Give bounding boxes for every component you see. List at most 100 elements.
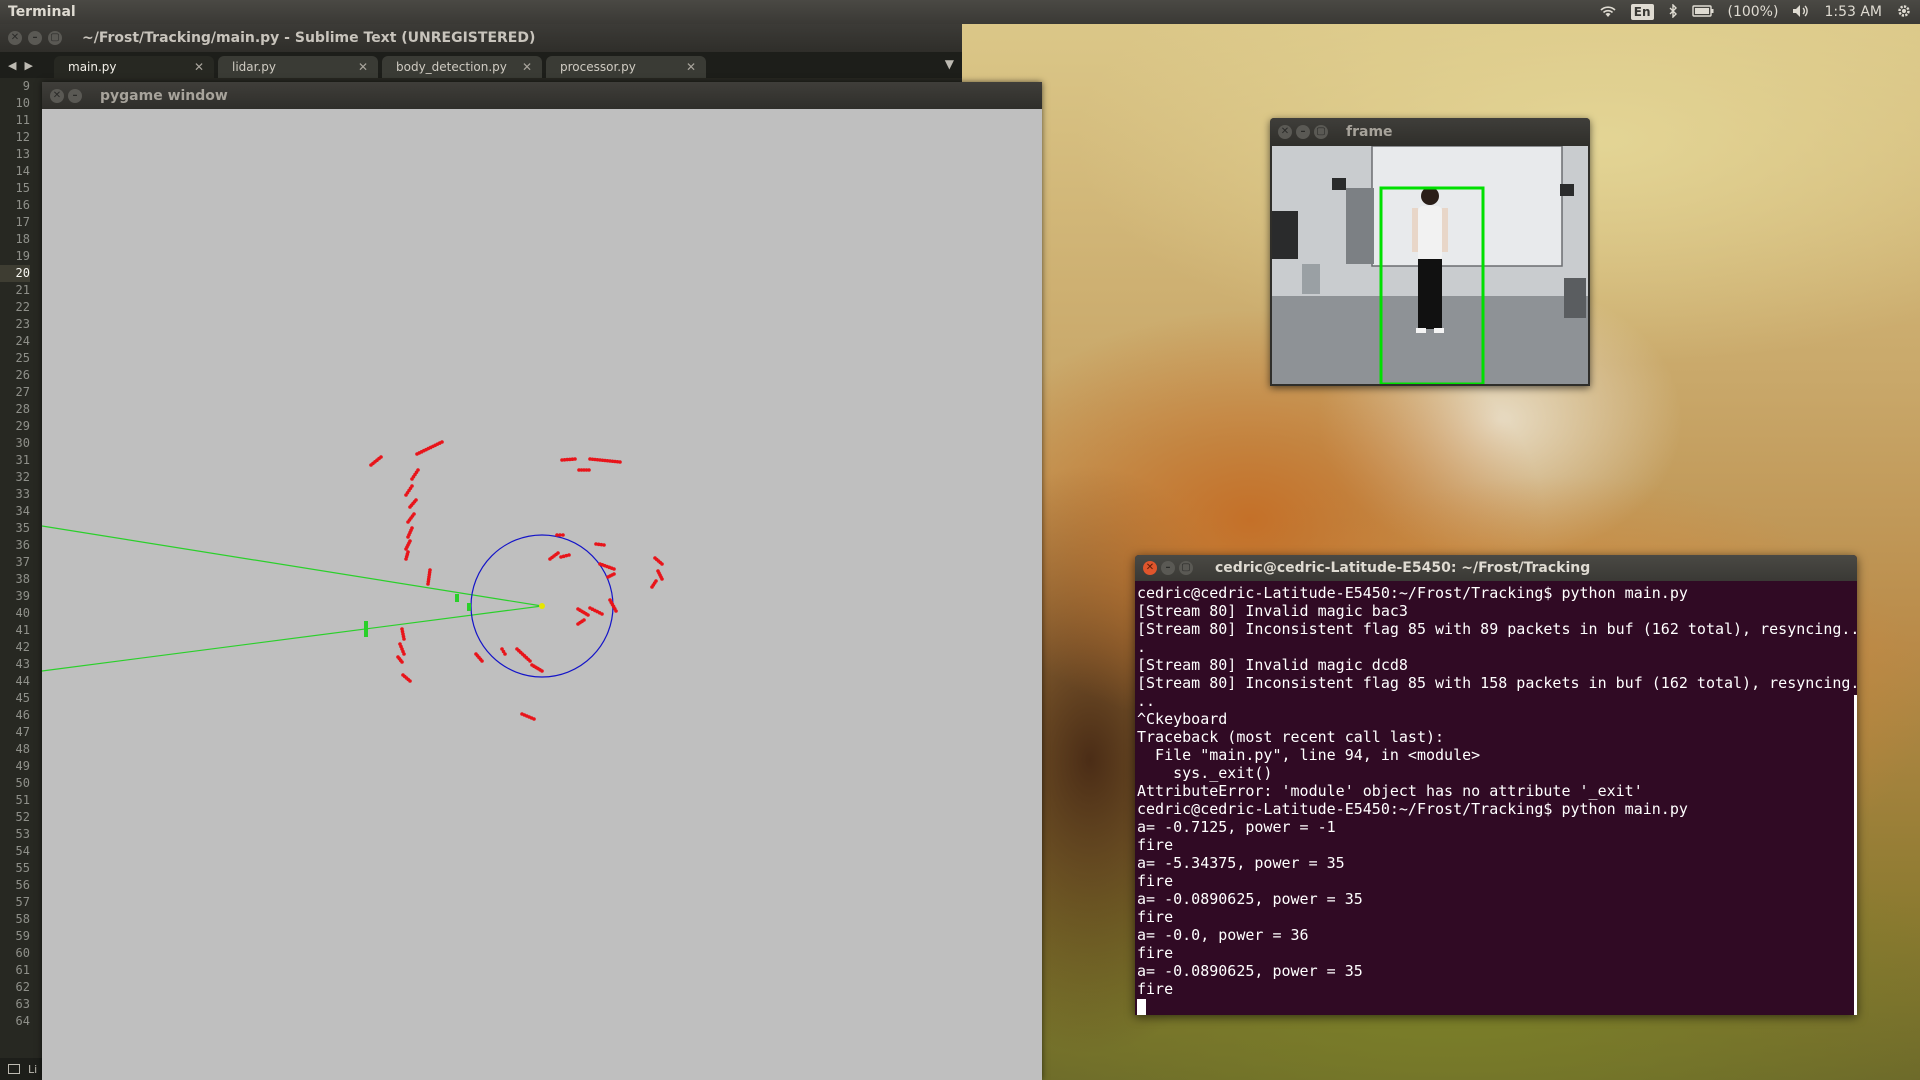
window-title: frame [1346,124,1393,140]
line-number: 58 [15,912,30,926]
terminal-line: .. [1137,692,1156,710]
maximize-button[interactable]: ▢ [1179,561,1193,575]
lidar-point [573,457,577,461]
lidar-point [612,572,616,576]
pygame-titlebar[interactable]: ✕ – pygame window [42,82,1042,109]
lidar-point [582,618,586,622]
terminal-line: sys._exit() [1137,764,1273,782]
minimize-button[interactable]: – [28,31,42,45]
keyboard-layout-indicator[interactable]: En [1630,4,1654,20]
lidar-point [412,512,416,516]
tab-processor-py[interactable]: processor.py ✕ [546,56,706,78]
lidar-point [600,612,604,616]
volume-icon[interactable] [1792,4,1810,21]
close-button[interactable]: ✕ [1278,125,1292,139]
close-button[interactable]: ✕ [50,88,64,103]
minimize-button[interactable]: – [1296,125,1310,139]
line-number: 29 [15,419,30,433]
line-number: 21 [15,283,30,297]
terminal-titlebar[interactable]: ✕ – ▢ cedric@cedric-Latitude-E5450: ~/Fr… [1135,555,1857,581]
terminal-line: AttributeError: 'module' object has no a… [1137,782,1643,800]
line-number: 64 [15,1014,30,1028]
terminal-scrollbar[interactable] [1854,695,1857,1015]
terminal-line: File "main.py", line 94, in <module> [1137,746,1481,764]
terminal-line: cedric@cedric-Latitude-E5450:~/Frost/Tra… [1137,800,1688,818]
terminal-output[interactable]: cedric@cedric-Latitude-E5450:~/Frost/Tra… [1135,581,1857,1015]
close-button[interactable]: ✕ [8,31,22,45]
terminal-cursor [1137,999,1146,1015]
tab-close-icon[interactable]: ✕ [358,60,368,74]
terminal-line: [Stream 80] Inconsistent flag 85 with 15… [1137,674,1857,692]
wifi-icon[interactable] [1599,4,1617,21]
line-number: 55 [15,861,30,875]
lidar-point [612,567,616,571]
lidar-point [480,659,484,663]
line-number: 61 [15,963,30,977]
line-number: 43 [15,657,30,671]
frame-titlebar[interactable]: ✕ – ▢ frame [1270,118,1590,146]
bluetooth-icon[interactable] [1668,2,1678,21]
line-number: 62 [15,980,30,994]
line-number: 50 [15,776,30,790]
lidar-point [532,717,536,721]
lidar-canvas[interactable] [42,109,1042,1080]
tab-close-icon[interactable]: ✕ [522,60,532,74]
maximize-button[interactable]: ▢ [1314,125,1328,139]
lidar-point [406,550,410,554]
line-number-gutter: 9 10 11 12 13 14 15 16 17 18 19 20 21 22 23 24 25 26 27 28 2… [0,78,42,1058]
lidar-point [618,460,622,464]
lidar-point [602,543,606,547]
lidar-point [400,660,404,664]
terminal-line: Traceback (most recent call last): [1137,728,1445,746]
battery-percent[interactable]: (100%) [1728,4,1779,20]
minimize-button[interactable]: – [68,88,82,103]
line-number: 60 [15,946,30,960]
line-number: 39 [15,589,30,603]
terminal-line: . [1137,638,1147,656]
gear-icon[interactable] [1896,3,1912,22]
tab-dropdown-icon[interactable]: ▼ [945,57,954,71]
terminal-line: fire [1137,836,1174,854]
sublime-titlebar[interactable]: ✕ – ▢ ~/Frost/Tracking/main.py - Sublime… [0,24,962,52]
panel-toggle-icon[interactable] [8,1064,20,1074]
line-number: 37 [15,555,30,569]
window-title: ~/Frost/Tracking/main.py - Sublime Text … [82,30,536,46]
line-number: 15 [15,181,30,195]
tab-lidar-py[interactable]: lidar.py ✕ [218,56,378,78]
tab-prev-arrow-icon[interactable]: ◀ [8,59,16,72]
lidar-point [660,562,664,566]
lidar-point [408,539,412,543]
line-number: 35 [15,521,30,535]
active-app-name: Terminal [8,4,76,20]
line-number: 31 [15,453,30,467]
lidar-point [416,468,420,472]
window-title: pygame window [100,87,228,104]
terminal-line: fire [1137,944,1174,962]
minimize-button[interactable]: – [1161,561,1175,575]
close-button[interactable]: ✕ [1143,561,1157,575]
line-number: 13 [15,147,30,161]
line-number: 24 [15,334,30,348]
line-number: 20 [0,265,30,282]
lidar-point [614,609,618,613]
maximize-button[interactable]: ▢ [48,31,62,45]
line-number: 19 [15,249,30,263]
status-text: Li [28,1062,38,1076]
terminal-line: a= -5.34375, power = 35 [1137,854,1345,872]
line-number: 51 [15,793,30,807]
lidar-point [414,498,418,502]
line-number: 11 [15,113,30,127]
tab-close-icon[interactable]: ✕ [686,60,696,74]
top-panel: Terminal En (100%) 1:53 AM [0,0,1920,24]
terminal-line: cedric@cedric-Latitude-E5450:~/Frost/Tra… [1137,584,1688,602]
lidar-point [586,613,590,617]
clock[interactable]: 1:53 AM [1824,4,1882,20]
tab-main-py[interactable]: main.py ✕ [54,56,214,78]
line-number: 32 [15,470,30,484]
system-tray: En (100%) 1:53 AM [1599,2,1912,22]
line-number: 47 [15,725,30,739]
tab-body-detection-py[interactable]: body_detection.py ✕ [382,56,542,78]
tab-next-arrow-icon[interactable]: ▶ [24,59,32,72]
tab-close-icon[interactable]: ✕ [194,60,204,74]
battery-icon[interactable] [1691,4,1714,20]
